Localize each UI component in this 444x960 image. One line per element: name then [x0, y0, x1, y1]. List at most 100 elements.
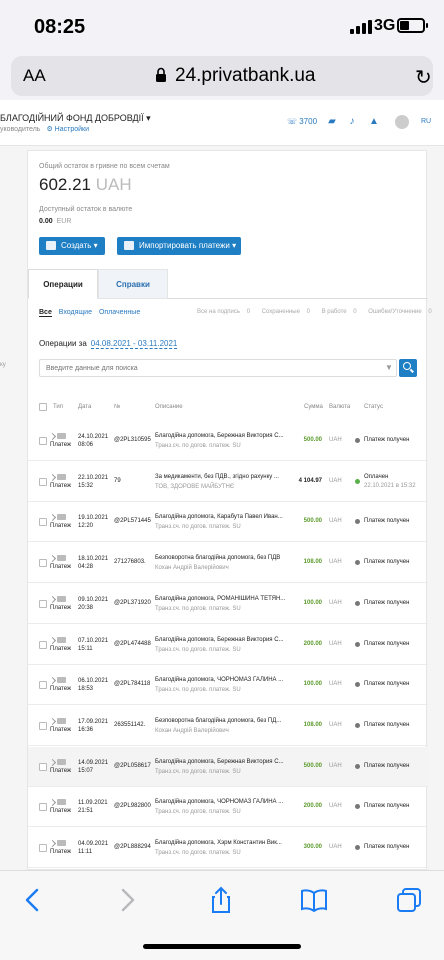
row-status: Платеж получен: [364, 640, 410, 647]
row-currency: UAH: [329, 721, 342, 728]
col-status[interactable]: Статус: [364, 404, 383, 410]
table-row[interactable]: Платеж 17.09.2021 16:36 263551142. Безповоро…: [28, 706, 428, 746]
forward-icon[interactable]: [112, 885, 142, 915]
row-checkbox[interactable]: [39, 844, 47, 852]
payment-type-icon: [50, 636, 66, 643]
row-checkbox[interactable]: [39, 681, 47, 690]
bell-icon[interactable]: ♪: [346, 116, 358, 128]
back-icon[interactable]: [18, 885, 48, 915]
row-status: Платеж получен: [364, 599, 410, 606]
lock-icon: [156, 67, 166, 82]
select-all-checkbox[interactable]: [39, 403, 47, 411]
language-switch[interactable]: RU: [421, 118, 431, 125]
settings-link[interactable]: ⚙ Настройки: [46, 126, 89, 133]
row-counterparty: Транз.сч. по догов. платеж. SU: [155, 443, 241, 449]
row-checkbox[interactable]: [39, 437, 47, 445]
row-checkbox[interactable]: [39, 599, 47, 608]
tabs-icon[interactable]: [394, 885, 424, 915]
filter-in-work[interactable]: В работе 0: [322, 309, 362, 315]
search-input[interactable]: [39, 359, 397, 377]
table-row[interactable]: Платеж 24.10.2021 08:06 @2PL310595 Благодійн…: [28, 421, 428, 461]
table-row[interactable]: Платеж 18.10.2021 04:28 271276803. Безповоро…: [28, 543, 428, 584]
table-row[interactable]: Платеж 11.09.2021 21:51 @2PL982800 Благодійн…: [28, 787, 428, 828]
row-counterparty: ТОВ, ЗДОРОВЕ МАЙБУТНЄ: [155, 483, 235, 490]
filter-paid[interactable]: Оплаченные: [99, 309, 140, 316]
row-type: Платеж: [50, 726, 71, 733]
row-description[interactable]: Благодійна допомога, Бережная Виктория С…: [155, 759, 284, 765]
bookmarks-icon[interactable]: [299, 885, 329, 915]
table-row[interactable]: Платеж 14.09.2021 15:07 @2PL058617 Благодійн…: [28, 746, 428, 787]
table-row[interactable]: Платеж 04.09.2021 11:11 @2PL888294 Благодійн…: [28, 828, 428, 868]
url-text[interactable]: 24.privatbank.ua: [175, 65, 316, 87]
education-icon[interactable]: ▲: [368, 116, 380, 128]
payment-type-icon: [50, 555, 66, 562]
row-description[interactable]: Благодійна допомога, ЧОРНОМАЗ ГАЛИНА ...: [155, 677, 283, 683]
filter-on-sign[interactable]: Все на подпись 0: [197, 309, 255, 315]
share-icon[interactable]: [206, 885, 236, 915]
filter-incoming[interactable]: Входящие: [59, 309, 92, 316]
row-description[interactable]: Благодійна допомога, ЧОРНОМАЗ ГАЛИНА ...: [155, 799, 283, 805]
table-row[interactable]: Платеж 07.10.2021 15:11 @2PL474488 Благодійн…: [28, 625, 428, 665]
table-row[interactable]: Платеж 19.10.2021 12:20 @2PL571445 Благодійн…: [28, 502, 428, 543]
chat-icon[interactable]: ▰: [326, 116, 338, 128]
create-button[interactable]: Создать ▾: [39, 237, 105, 255]
row-description[interactable]: Безповоротна благодійна допомога, без ПД…: [155, 718, 281, 724]
address-bar[interactable]: AA 24.privatbank.ua ↻: [11, 56, 433, 96]
row-status: Платеж получен: [364, 559, 410, 566]
search-button[interactable]: [399, 359, 417, 377]
row-checkbox[interactable]: [39, 477, 47, 486]
row-type: Платеж: [50, 523, 71, 530]
filter-errors[interactable]: Ошибки/Уточнение 0: [368, 309, 436, 315]
row-status: Платеж получен: [364, 844, 410, 850]
row-description[interactable]: Благодійна допомога, Карабута Павел Иван…: [155, 514, 283, 520]
row-description[interactable]: За медикаменти, без ПДВ., згідно рахунку…: [155, 474, 279, 480]
filter-all[interactable]: Все: [39, 309, 52, 317]
col-num[interactable]: №: [114, 404, 120, 410]
row-sum: 4 104.97: [298, 477, 322, 484]
row-checkbox[interactable]: [39, 640, 47, 649]
row-checkbox[interactable]: [39, 803, 47, 812]
row-checkbox[interactable]: [39, 762, 47, 771]
row-description[interactable]: Благодійна допомога, Бережная Виктория С…: [155, 637, 284, 643]
filter-saved[interactable]: Сохраненные 0: [262, 309, 315, 315]
col-desc[interactable]: Описание: [155, 404, 183, 410]
payment-type-icon: [50, 840, 66, 846]
status-dot-icon: [355, 600, 360, 606]
site-header: БЛАГОДІЙНИЙ ФОНД ДОБРОВДІЇ ▾ уководитель…: [0, 100, 444, 146]
table-row[interactable]: Платеж 22.10.2021 15:32 79 За медикаменти, б…: [28, 462, 428, 502]
col-cur[interactable]: Валюта: [329, 404, 350, 410]
row-description[interactable]: Благодійна допомога, РОМАНІШИНА ТЕТЯН...: [155, 596, 285, 602]
left-panel-fragment: ку: [0, 362, 6, 368]
text-size-button[interactable]: AA: [23, 66, 46, 86]
fx-balance-label: Доступный остаток в валюте: [39, 206, 133, 213]
row-description[interactable]: Благодійна допомога, Хэрм Константин Вик…: [155, 840, 282, 846]
period-range[interactable]: 04.08.2021 - 03.11.2021: [90, 339, 178, 349]
total-balance: 602.21 UAH: [39, 175, 132, 194]
reload-icon[interactable]: ↻: [415, 65, 432, 90]
row-description[interactable]: Благодійна допомога, Бережная Виктория С…: [155, 433, 284, 439]
row-description[interactable]: Безповоротна благодійна допомога, без ПД…: [155, 555, 280, 561]
row-currency: UAH: [329, 599, 342, 606]
row-checkbox[interactable]: [39, 559, 47, 568]
tab-references[interactable]: Справки: [98, 269, 168, 299]
table-row[interactable]: Платеж 09.10.2021 20:38 @2PL371920 Благодійн…: [28, 584, 428, 624]
avatar[interactable]: [395, 115, 409, 129]
status-dot-icon: [355, 641, 360, 647]
main-card: Общий остаток в гривне по всем счетам 60…: [27, 150, 432, 870]
tab-operations[interactable]: Операции: [28, 269, 98, 299]
status-dot-icon: [355, 478, 360, 484]
table-row[interactable]: Платеж 06.10.2021 18:53 @2PL784118 Благодійн…: [28, 665, 428, 706]
row-checkbox[interactable]: [39, 518, 47, 527]
row-number: @2PL058617: [114, 762, 151, 769]
status-dot-icon: [355, 763, 360, 769]
phone-link[interactable]: ☏ 3700: [287, 117, 317, 126]
col-type[interactable]: Тип: [53, 404, 63, 410]
row-currency: UAH: [329, 437, 342, 443]
col-sum[interactable]: Сумма: [304, 404, 323, 410]
import-payments-button[interactable]: Импортировать платежи ▾: [117, 237, 241, 255]
row-checkbox[interactable]: [39, 721, 47, 730]
org-name[interactable]: БЛАГОДІЙНИЙ ФОНД ДОБРОВДІЇ ▾: [0, 113, 151, 124]
filter-icon[interactable]: ▼: [384, 363, 394, 373]
payment-type-icon: [50, 717, 66, 724]
col-date[interactable]: Дата: [78, 404, 91, 410]
